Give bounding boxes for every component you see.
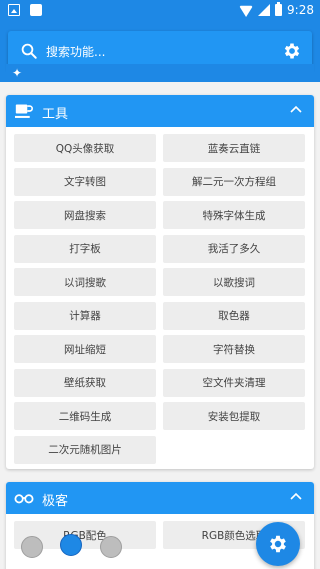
tool-button[interactable]: 我活了多久 [163, 234, 305, 263]
glasses-icon [14, 494, 34, 504]
wifi-icon [239, 3, 253, 17]
tool-button[interactable]: 解二元一次方程组 [163, 167, 305, 196]
tool-button[interactable]: 二次元随机图片 [14, 435, 156, 464]
chevron-up-icon[interactable] [290, 491, 302, 503]
tool-button[interactable]: 以歌搜词 [163, 268, 305, 296]
tools-section-title: 工具 [42, 107, 69, 122]
coffee-cup-icon [15, 104, 33, 118]
previous-card-peek: ✦ [6, 64, 314, 82]
page-dot[interactable] [100, 536, 122, 558]
tool-button[interactable]: 网址缩短 [14, 335, 156, 363]
image-notification-icon [8, 4, 20, 16]
signal-icon [258, 4, 271, 16]
gear-icon [270, 535, 286, 553]
page-dot[interactable] [21, 536, 43, 558]
battery-icon [275, 2, 283, 16]
status-bar: 9:28 [0, 0, 320, 24]
geek-section-title: 极客 [42, 494, 69, 509]
tool-button[interactable]: 安装包提取 [163, 402, 305, 430]
tool-button[interactable]: 壁纸获取 [14, 368, 156, 397]
tool-button[interactable]: 蓝奏云直链 [163, 134, 305, 162]
settings-fab[interactable] [256, 522, 300, 566]
page-dot-active[interactable] [60, 534, 82, 556]
chevron-up-icon[interactable] [290, 104, 302, 116]
tools-card-header[interactable]: 工具 [6, 95, 314, 127]
tool-button[interactable]: 文字转图 [14, 167, 156, 196]
tool-button[interactable]: 空文件夹清理 [163, 368, 305, 397]
settings-gear-icon[interactable] [282, 41, 302, 61]
tool-button[interactable]: 特殊字体生成 [163, 201, 305, 229]
tool-button[interactable]: 计算器 [14, 301, 156, 330]
tool-button[interactable]: 字符替换 [163, 335, 305, 363]
tool-button[interactable]: 网盘搜索 [14, 201, 156, 229]
sparkle-icon: ✦ [12, 66, 23, 80]
search-input[interactable]: 搜索功能... [46, 43, 105, 60]
search-icon [21, 43, 37, 59]
geek-card-header[interactable]: 极客 [6, 482, 314, 514]
tools-card: 工具 QQ头像获取 蓝奏云直链 文字转图 解二元一次方程组 网盘搜索 特殊字体生成 打字板我… [6, 95, 314, 469]
app-notification-icon [30, 4, 42, 16]
status-time: 9:28 [287, 3, 314, 17]
tool-button[interactable]: 取色器 [163, 301, 305, 330]
tool-button[interactable]: QQ头像获取 [14, 134, 156, 162]
tool-button[interactable]: 二维码生成 [14, 402, 156, 430]
tool-button[interactable]: 打字板 [14, 234, 156, 263]
tool-button[interactable]: 以词搜歌 [14, 268, 156, 296]
